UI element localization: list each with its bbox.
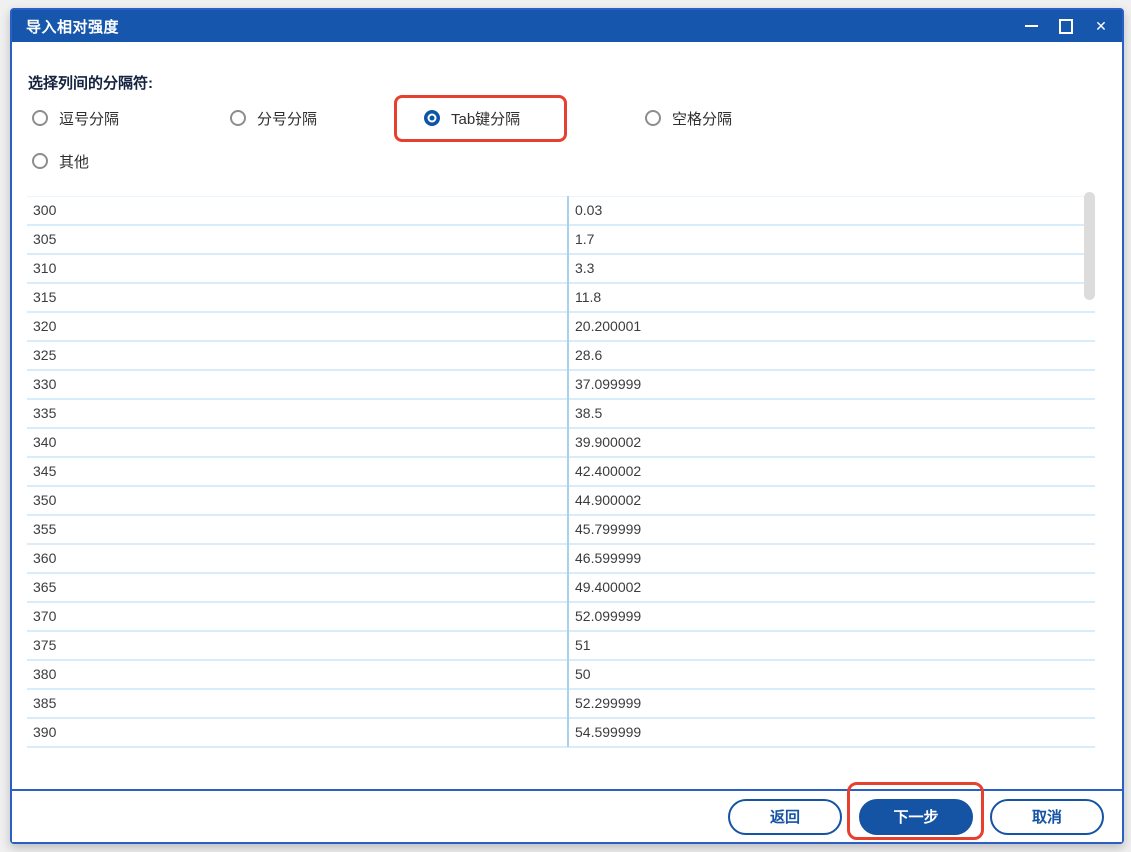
table-cell-col1: 345 xyxy=(27,458,567,485)
table-cell-col2: 45.799999 xyxy=(567,516,1095,543)
table-cell-col2: 50 xyxy=(567,661,1095,688)
table-cell-col2: 39.900002 xyxy=(567,429,1095,456)
table-row: 35545.799999 xyxy=(27,516,1095,545)
radio-option-other[interactable]: 其他 xyxy=(32,146,89,176)
table-cell-col1: 380 xyxy=(27,661,567,688)
titlebar[interactable]: 导入相对强度 xyxy=(12,10,1122,42)
radio-selected-icon[interactable] xyxy=(424,110,440,126)
cancel-button[interactable]: 取消 xyxy=(990,799,1104,835)
table-cell-col1: 320 xyxy=(27,313,567,340)
table-row: 38552.299999 xyxy=(27,690,1095,719)
table-cell-col2: 52.299999 xyxy=(567,690,1095,717)
table-cell-col1: 390 xyxy=(27,719,567,746)
table-row: 31511.8 xyxy=(27,284,1095,313)
back-button[interactable]: 返回 xyxy=(728,799,842,835)
radio-option-label: 其他 xyxy=(59,151,89,172)
table-cell-col2: 44.900002 xyxy=(567,487,1095,514)
table-cell-col1: 375 xyxy=(27,632,567,659)
table-cell-col1: 360 xyxy=(27,545,567,572)
next-button-annotation: 下一步 xyxy=(859,799,973,835)
table-cell-col2: 49.400002 xyxy=(567,574,1095,601)
table-row: 35044.900002 xyxy=(27,487,1095,516)
table-row: 36549.400002 xyxy=(27,574,1095,603)
table-row: 33037.099999 xyxy=(27,371,1095,400)
table-cell-col1: 310 xyxy=(27,255,567,282)
table-cell-col1: 305 xyxy=(27,226,567,253)
table-row: 33538.5 xyxy=(27,400,1095,429)
table-row: 34039.900002 xyxy=(27,429,1095,458)
table-cell-col2: 28.6 xyxy=(567,342,1095,369)
table-cell-col1: 330 xyxy=(27,371,567,398)
radio-option-space[interactable]: 空格分隔 xyxy=(645,103,732,133)
table-row: 37551 xyxy=(27,632,1095,661)
table-cell-col1: 365 xyxy=(27,574,567,601)
radio-option-label: Tab键分隔 xyxy=(451,108,520,129)
table-row: 36046.599999 xyxy=(27,545,1095,574)
table-cell-col2: 46.599999 xyxy=(567,545,1095,572)
minimize-icon[interactable] xyxy=(1024,19,1038,33)
next-button[interactable]: 下一步 xyxy=(859,799,973,835)
table-cell-col2: 1.7 xyxy=(567,226,1095,253)
table-cell-col1: 300 xyxy=(27,197,567,224)
radio-row-2: 其他 xyxy=(32,146,89,176)
table-row: 37052.099999 xyxy=(27,603,1095,632)
radio-unselected-icon[interactable] xyxy=(32,153,48,169)
table-row: 34542.400002 xyxy=(27,458,1095,487)
radio-row-1: 逗号分隔 分号分隔 Tab键分隔 空格分隔 xyxy=(32,103,732,133)
close-icon[interactable] xyxy=(1094,19,1108,33)
window-controls xyxy=(1024,19,1108,33)
table-row: 32020.200001 xyxy=(27,313,1095,342)
table-cell-col2: 11.8 xyxy=(567,284,1095,311)
import-relative-intensity-dialog: 导入相对强度 选择列间的分隔符: 逗号分隔 分号分隔 Tab键分隔 空格分隔 其他 3… xyxy=(10,8,1124,844)
table-cell-col2: 42.400002 xyxy=(567,458,1095,485)
table-cell-col2: 20.200001 xyxy=(567,313,1095,340)
table-cell-col2: 37.099999 xyxy=(567,371,1095,398)
table-cell-col1: 315 xyxy=(27,284,567,311)
table-row: 3000.03 xyxy=(27,197,1095,226)
table-cell-col2: 54.599999 xyxy=(567,719,1095,746)
table-row: 32528.6 xyxy=(27,342,1095,371)
table-cell-col1: 340 xyxy=(27,429,567,456)
scrollbar-thumb[interactable] xyxy=(1084,192,1095,300)
table-row: 3103.3 xyxy=(27,255,1095,284)
radio-option-semicolon[interactable]: 分号分隔 xyxy=(230,103,424,133)
table-row: 3051.7 xyxy=(27,226,1095,255)
radio-option-label: 逗号分隔 xyxy=(59,108,119,129)
radio-option-label: 空格分隔 xyxy=(672,108,732,129)
dialog-title: 导入相对强度 xyxy=(26,16,119,37)
table-cell-col2: 38.5 xyxy=(567,400,1095,427)
radio-unselected-icon[interactable] xyxy=(230,110,246,126)
table-row: 39054.599999 xyxy=(27,719,1095,748)
table-cell-col1: 335 xyxy=(27,400,567,427)
footer: 返回 下一步 取消 xyxy=(12,789,1122,842)
radio-option-label: 分号分隔 xyxy=(257,108,317,129)
table-cell-col1: 385 xyxy=(27,690,567,717)
table-cell-col2: 51 xyxy=(567,632,1095,659)
table-row: 38050 xyxy=(27,661,1095,690)
delimiter-section-label: 选择列间的分隔符: xyxy=(28,72,153,93)
radio-unselected-icon[interactable] xyxy=(645,110,661,126)
table-cell-col1: 350 xyxy=(27,487,567,514)
maximize-icon[interactable] xyxy=(1059,19,1073,33)
table-cell-col2: 3.3 xyxy=(567,255,1095,282)
table-cell-col1: 355 xyxy=(27,516,567,543)
radio-option-comma[interactable]: 逗号分隔 xyxy=(32,103,230,133)
radio-unselected-icon[interactable] xyxy=(32,110,48,126)
table-cell-col1: 325 xyxy=(27,342,567,369)
preview-table: 3000.033051.73103.331511.832020.20000132… xyxy=(27,196,1095,749)
table-cell-col2: 52.099999 xyxy=(567,603,1095,630)
radio-option-tab[interactable]: Tab键分隔 xyxy=(424,103,645,133)
table-cell-col2: 0.03 xyxy=(567,197,1095,224)
table-cell-col1: 370 xyxy=(27,603,567,630)
